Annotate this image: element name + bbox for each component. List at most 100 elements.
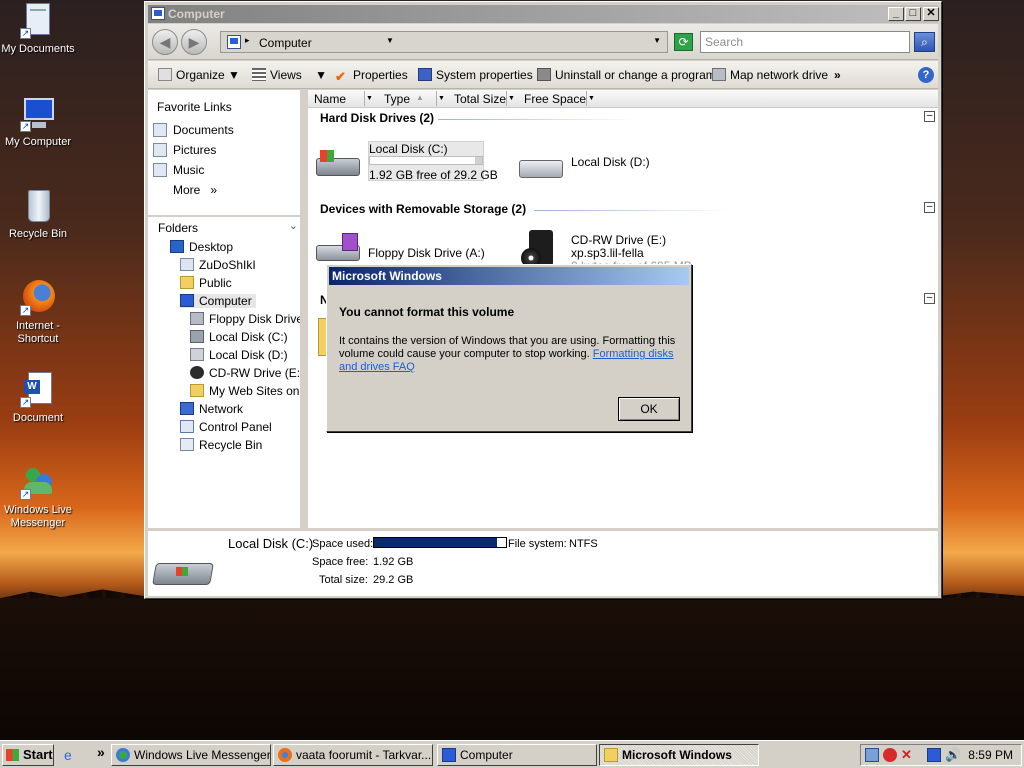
column-type-dropdown-icon[interactable]: ▼ [436, 91, 446, 106]
task-label: Microsoft Windows [622, 748, 732, 762]
folders-header[interactable]: Folders ⌄ [148, 215, 304, 236]
system-tray: ✕ 🔊 8:59 PM [860, 744, 1022, 766]
tray-app-icon[interactable] [865, 748, 879, 762]
tree-item-local-c[interactable]: Local Disk (C:) [190, 330, 288, 344]
favorite-documents[interactable]: Documents [153, 123, 234, 137]
tree-item-floppy[interactable]: Floppy Disk Drive (A:) [190, 312, 300, 326]
uninstall-label: Uninstall or change a program [555, 68, 716, 82]
favorite-pictures[interactable]: Pictures [153, 143, 216, 157]
toolbar-overflow-button[interactable]: » [834, 68, 841, 82]
volume-icon[interactable]: 🔊 [945, 748, 961, 762]
drive-a-name[interactable]: Floppy Disk Drive (A:) [368, 246, 485, 260]
tree-label: Control Panel [199, 420, 272, 434]
details-pane: Local Disk (C:) Space used: File system:… [148, 529, 938, 596]
column-free-space[interactable]: Free Space [524, 92, 586, 106]
window-title: Computer [168, 7, 225, 21]
floppy-drive-icon[interactable] [316, 233, 360, 263]
column-name-dropdown-icon[interactable]: ▼ [364, 91, 374, 106]
task-label: Windows Live Messenger [134, 748, 271, 762]
drive-e-name[interactable]: CD-RW Drive (E:) [571, 233, 666, 247]
file-system-value: NTFS [569, 538, 598, 550]
system-properties-icon [418, 68, 432, 81]
uninstall-button[interactable]: Uninstall or change a program [537, 68, 716, 82]
cd-drive-icon[interactable] [519, 230, 559, 268]
tree-item-desktop[interactable]: Desktop [170, 240, 233, 254]
address-history-dropdown-icon[interactable]: ▼ [653, 36, 661, 45]
tree-item-recycle-bin[interactable]: Recycle Bin [180, 438, 262, 452]
breadcrumb-separator[interactable]: ▸ [245, 35, 250, 46]
dialog-titlebar[interactable]: Microsoft Windows [329, 267, 689, 285]
column-total-size[interactable]: Total Size [454, 92, 506, 106]
views-button[interactable]: Views ▼ [252, 68, 327, 82]
tree-label: My Web Sites on MSN [209, 384, 300, 398]
map-network-drive-button[interactable]: Map network drive [712, 68, 828, 82]
task-computer[interactable]: Computer [437, 744, 597, 766]
collapse-group-icon[interactable]: – [924, 202, 935, 213]
search-input[interactable]: Search [700, 31, 910, 53]
drive-d-name[interactable]: Local Disk (D:) [571, 155, 650, 169]
tree-item-user[interactable]: ZuDoShIkI [180, 258, 256, 272]
organize-icon [158, 68, 172, 81]
desktop-icon-label: Windows Live Messenger [4, 504, 72, 529]
internet-explorer-icon[interactable]: e [64, 747, 72, 763]
recycle-bin-icon [20, 188, 56, 224]
window-titlebar[interactable]: Computer _ □ ✕ [148, 5, 939, 23]
tree-item-network[interactable]: Network [180, 402, 243, 416]
desktop-icon-my-documents[interactable]: ↗ My Documents [0, 3, 76, 56]
tree-item-computer[interactable]: Computer [180, 294, 256, 308]
column-total-size-dropdown-icon[interactable]: ▼ [506, 91, 516, 106]
desktop-icon-windows-live-messenger[interactable]: ↗ Windows Live Messenger [0, 464, 76, 530]
firefox-icon [278, 748, 292, 762]
task-microsoft-windows[interactable]: Microsoft Windows [599, 744, 759, 766]
column-type[interactable]: Type [384, 92, 410, 106]
desktop-icon-recycle-bin[interactable]: Recycle Bin [0, 188, 76, 241]
group-header-hard-disks[interactable]: Hard Disk Drives (2) [320, 111, 434, 125]
system-properties-button[interactable]: System properties [418, 68, 533, 82]
network-icon[interactable] [927, 748, 941, 762]
properties-button[interactable]: ✔ Properties [335, 68, 408, 84]
desktop-icon-my-computer[interactable]: ↗ My Computer [0, 96, 76, 149]
refresh-button[interactable]: ⟳ [674, 33, 693, 51]
back-button[interactable]: ◀ [152, 29, 178, 55]
close-button[interactable]: ✕ [923, 7, 939, 21]
breadcrumb-computer[interactable]: Computer [259, 36, 312, 50]
tree-item-public[interactable]: Public [180, 276, 232, 290]
windows-drive-icon[interactable] [316, 148, 360, 178]
drive-c-name[interactable]: Local Disk (C:) [369, 142, 448, 156]
dialog-heading: You cannot format this volume [339, 305, 515, 319]
favorite-music[interactable]: Music [153, 163, 204, 177]
minimize-button[interactable]: _ [888, 7, 904, 21]
forward-button[interactable]: ▶ [181, 29, 207, 55]
breadcrumb-dropdown-icon[interactable]: ▼ [386, 36, 394, 45]
search-button[interactable]: ⌕ [914, 32, 935, 52]
desktop-icon-internet-shortcut[interactable]: ↗ Internet - Shortcut [0, 280, 76, 346]
task-firefox[interactable]: vaata foorumit - Tarkvar... [273, 744, 433, 766]
hard-drive-icon[interactable] [519, 150, 563, 180]
map-network-drive-label: Map network drive [730, 68, 829, 82]
address-box[interactable]: ▸ Computer ▼ ▼ [220, 31, 668, 53]
quick-launch-overflow[interactable]: » [97, 744, 105, 760]
group-header-removable[interactable]: Devices with Removable Storage (2) [320, 202, 526, 216]
messenger-status-icon[interactable]: ✕ [901, 748, 915, 762]
maximize-button[interactable]: □ [905, 7, 921, 21]
column-name[interactable]: Name [314, 92, 346, 106]
column-free-space-dropdown-icon[interactable]: ▼ [586, 91, 596, 106]
tree-item-web-sites[interactable]: My Web Sites on MSN [190, 384, 300, 398]
file-system-label: File system: [508, 538, 567, 550]
clock[interactable]: 8:59 PM [968, 748, 1013, 762]
favorite-links-header: Favorite Links [157, 100, 232, 114]
help-button[interactable]: ? [918, 67, 934, 83]
desktop-icon-document[interactable]: W ↗ Document [0, 372, 76, 425]
collapse-group-icon[interactable]: – [924, 293, 935, 304]
security-alert-icon[interactable] [883, 748, 897, 762]
task-messenger[interactable]: Windows Live Messenger [111, 744, 271, 766]
collapse-group-icon[interactable]: – [924, 111, 935, 122]
tree-item-cd-drive[interactable]: CD-RW Drive (E:) xp.sp3.lil-fella [190, 366, 300, 380]
start-button[interactable]: Start [2, 744, 54, 766]
tree-item-local-d[interactable]: Local Disk (D:) [190, 348, 288, 362]
tree-item-control-panel[interactable]: Control Panel [180, 420, 272, 434]
organize-button[interactable]: Organize ▼ [158, 68, 240, 82]
group-divider [534, 210, 734, 211]
favorite-more[interactable]: More » [173, 183, 217, 197]
ok-button[interactable]: OK [618, 397, 680, 421]
